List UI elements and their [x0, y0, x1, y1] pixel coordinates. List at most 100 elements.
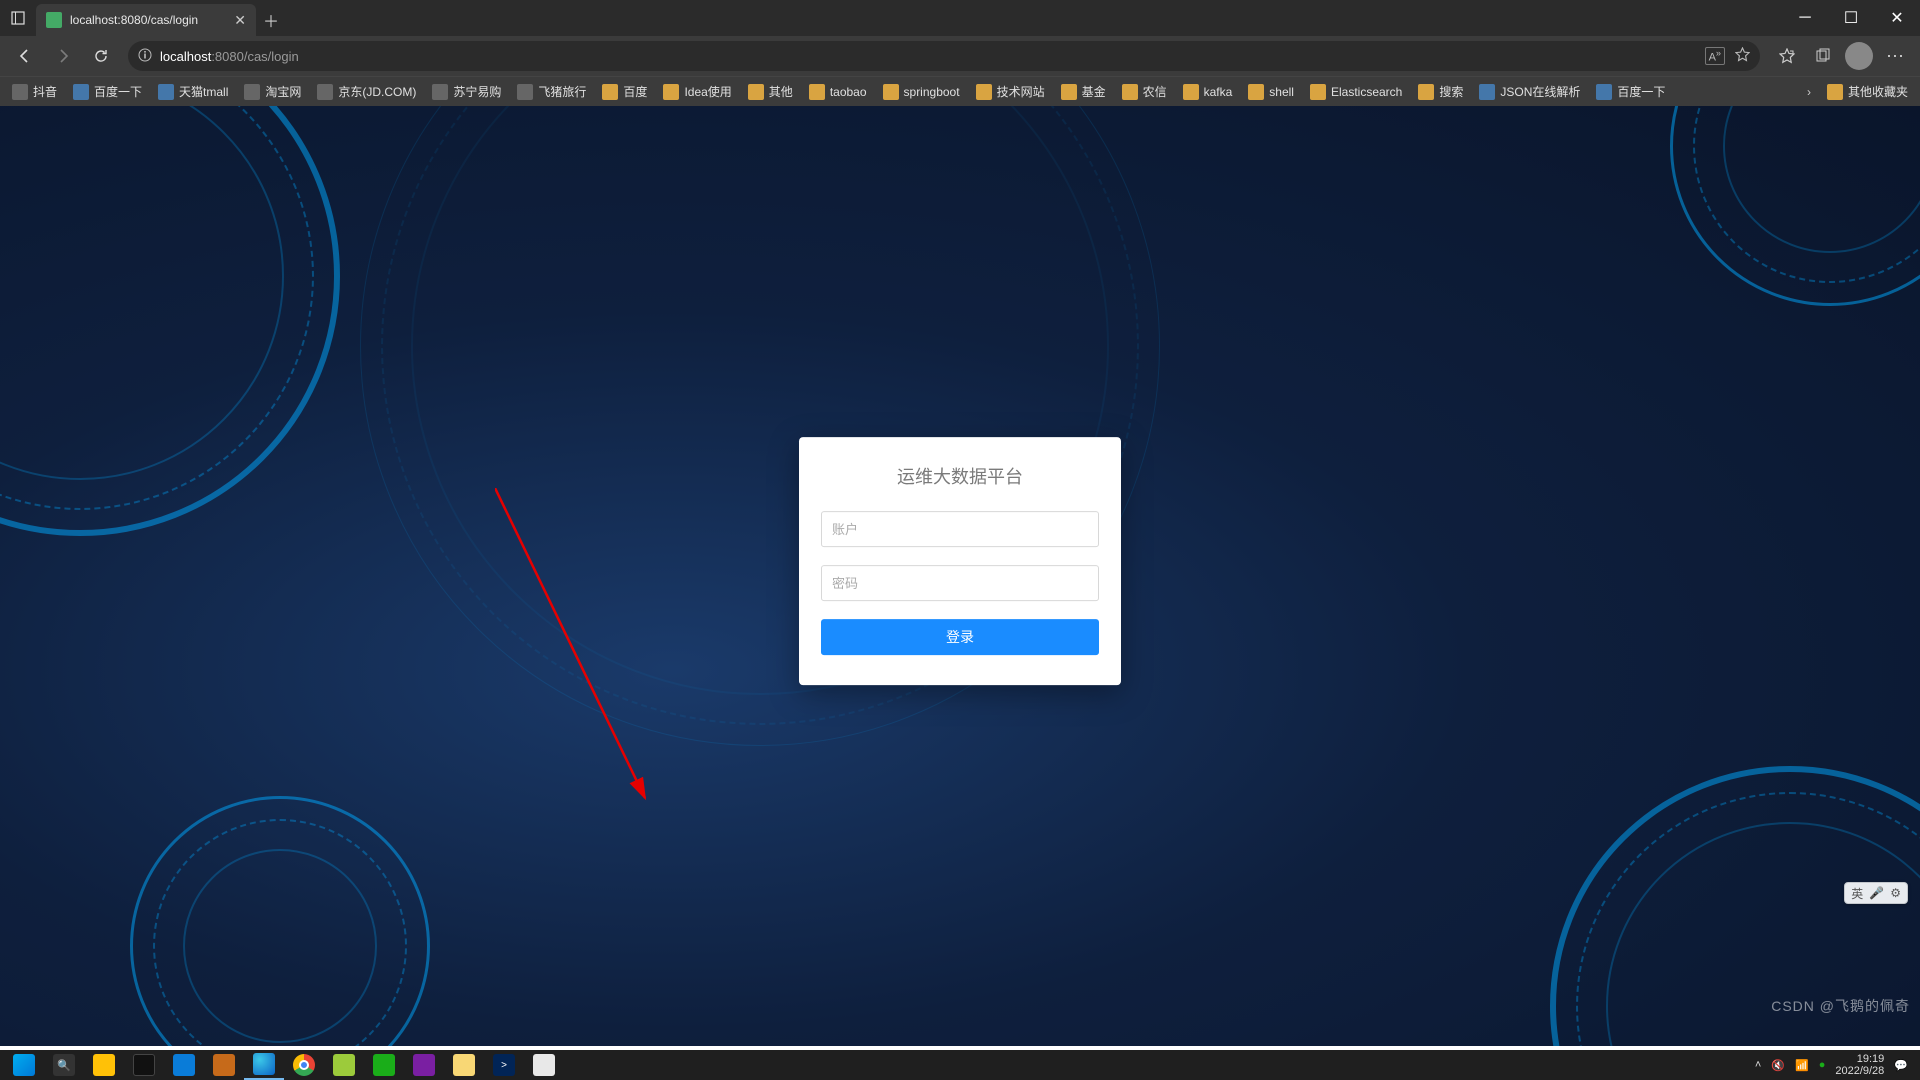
- browser-tab[interactable]: localhost:8080/cas/login ✕: [36, 4, 256, 36]
- taskbar-app-reader[interactable]: [204, 1050, 244, 1080]
- decor-circle: [1670, 106, 1920, 306]
- tab-close-button[interactable]: ✕: [234, 12, 246, 29]
- favorites-icon[interactable]: [1770, 39, 1804, 73]
- favorite-star-icon[interactable]: [1735, 47, 1750, 65]
- collections-icon[interactable]: [1806, 39, 1840, 73]
- ime-voice-icon: 🎤: [1869, 886, 1884, 900]
- bookmark-label: 基金: [1082, 83, 1106, 100]
- folder-icon: [1122, 84, 1138, 100]
- special-icon: [1596, 84, 1612, 100]
- bookmark-item[interactable]: 农信: [1116, 80, 1173, 103]
- toolbar-right-icons: ⋯: [1770, 39, 1912, 73]
- favicon-icon: [46, 12, 62, 28]
- read-aloud-icon[interactable]: A»: [1705, 47, 1725, 65]
- taskbar-app-chrome[interactable]: [284, 1050, 324, 1080]
- minimize-button[interactable]: ─: [1782, 0, 1828, 36]
- bookmark-item[interactable]: 百度一下: [1590, 80, 1671, 103]
- bookmark-label: JSON在线解析: [1500, 83, 1580, 100]
- other-bookmarks-label: 其他收藏夹: [1848, 83, 1908, 100]
- taskbar-app-mail[interactable]: [164, 1050, 204, 1080]
- bookmark-item[interactable]: 苏宁易购: [426, 80, 507, 103]
- special-icon: [158, 84, 174, 100]
- new-tab-button[interactable]: ＋: [256, 4, 286, 36]
- bookmark-item[interactable]: kafka: [1177, 81, 1239, 103]
- taskbar-app-edge[interactable]: [244, 1050, 284, 1080]
- login-button[interactable]: 登录: [821, 619, 1099, 655]
- back-button[interactable]: [8, 39, 42, 73]
- tray-wechat-icon[interactable]: ●: [1819, 1059, 1826, 1071]
- folder-icon: [1183, 84, 1199, 100]
- watermark-text: CSDN @飞鹅的佩奇: [1771, 996, 1910, 1016]
- bookmark-label: 苏宁易购: [453, 83, 501, 100]
- bookmark-item[interactable]: Idea使用: [657, 80, 737, 103]
- folder-icon: [1827, 84, 1843, 100]
- bookmark-label: taobao: [830, 85, 867, 99]
- start-button[interactable]: [4, 1050, 44, 1080]
- ime-settings-icon: ⚙: [1890, 886, 1901, 900]
- browser-tab-strip: localhost:8080/cas/login ✕ ＋ ─ ☐ ✕: [0, 0, 1920, 36]
- bookmark-item[interactable]: Elasticsearch: [1304, 81, 1408, 103]
- forward-button[interactable]: [46, 39, 80, 73]
- taskbar-app-java[interactable]: [524, 1050, 564, 1080]
- folder-icon: [1248, 84, 1264, 100]
- bookmark-item[interactable]: 天猫tmall: [152, 80, 234, 103]
- bookmark-item[interactable]: shell: [1242, 81, 1300, 103]
- bookmarks-bar: 抖音百度一下天猫tmall淘宝网京东(JD.COM)苏宁易购飞猪旅行百度Idea…: [0, 76, 1920, 106]
- bookmark-label: 京东(JD.COM): [338, 83, 416, 100]
- tray-overflow-icon[interactable]: ˄: [1755, 1059, 1761, 1071]
- refresh-button[interactable]: [84, 39, 118, 73]
- bookmark-label: shell: [1269, 85, 1294, 99]
- ime-indicator[interactable]: 英 🎤 ⚙: [1844, 882, 1908, 904]
- taskbar-search-button[interactable]: 🔍: [44, 1050, 84, 1080]
- tray-network-icon[interactable]: 📶: [1795, 1059, 1809, 1072]
- bookmark-item[interactable]: 技术网站: [970, 80, 1051, 103]
- taskbar-app-powershell[interactable]: >: [484, 1050, 524, 1080]
- tray-volume-icon[interactable]: 🔇: [1771, 1059, 1785, 1072]
- maximize-button[interactable]: ☐: [1828, 0, 1874, 36]
- tab-actions-button[interactable]: [0, 0, 36, 36]
- bookmark-item[interactable]: 百度: [596, 80, 653, 103]
- notification-center-icon[interactable]: 💬: [1894, 1059, 1908, 1072]
- login-title: 运维大数据平台: [821, 463, 1099, 489]
- page-icon: [12, 84, 28, 100]
- password-input[interactable]: [821, 565, 1099, 601]
- window-controls: ─ ☐ ✕: [1782, 0, 1920, 36]
- page-icon: [517, 84, 533, 100]
- bookmark-item[interactable]: springboot: [877, 81, 966, 103]
- other-bookmarks-folder[interactable]: 其他收藏夹: [1821, 80, 1914, 103]
- clock-time: 19:19: [1835, 1053, 1884, 1065]
- folder-icon: [883, 84, 899, 100]
- menu-button[interactable]: ⋯: [1878, 39, 1912, 73]
- login-card: 运维大数据平台 登录: [799, 437, 1121, 685]
- site-info-icon[interactable]: [138, 48, 152, 65]
- bookmark-item[interactable]: 飞猪旅行: [511, 80, 592, 103]
- username-input[interactable]: [821, 511, 1099, 547]
- special-icon: [73, 84, 89, 100]
- taskbar-app-explorer[interactable]: [444, 1050, 484, 1080]
- taskbar-app-wechat[interactable]: [364, 1050, 404, 1080]
- bookmark-item[interactable]: 淘宝网: [238, 80, 307, 103]
- page-content: 运维大数据平台 登录 英 🎤 ⚙ CSDN @飞鹅的佩奇: [0, 106, 1920, 1046]
- bookmark-label: 百度: [623, 83, 647, 100]
- bookmark-item[interactable]: 京东(JD.COM): [311, 80, 422, 103]
- address-bar[interactable]: localhost:8080/cas/login A»: [128, 41, 1760, 71]
- bookmarks-overflow-chevron[interactable]: ›: [1799, 85, 1819, 99]
- close-window-button[interactable]: ✕: [1874, 0, 1920, 36]
- folder-icon: [602, 84, 618, 100]
- bookmark-label: 天猫tmall: [179, 83, 228, 100]
- bookmark-item[interactable]: 基金: [1055, 80, 1112, 103]
- folder-icon: [809, 84, 825, 100]
- bookmark-item[interactable]: 其他: [742, 80, 799, 103]
- taskbar-clock[interactable]: 19:19 2022/9/28: [1835, 1053, 1884, 1077]
- bookmark-item[interactable]: 抖音: [6, 80, 63, 103]
- profile-avatar[interactable]: [1842, 39, 1876, 73]
- taskbar-app-ide[interactable]: [404, 1050, 444, 1080]
- taskbar-app-terminal[interactable]: [124, 1050, 164, 1080]
- bookmark-item[interactable]: 搜索: [1412, 80, 1469, 103]
- taskbar-app-notepadpp[interactable]: [324, 1050, 364, 1080]
- bookmark-item[interactable]: taobao: [803, 81, 873, 103]
- bookmark-item[interactable]: JSON在线解析: [1473, 80, 1586, 103]
- bookmark-label: 飞猪旅行: [538, 83, 586, 100]
- taskbar-app-sticky-notes[interactable]: [84, 1050, 124, 1080]
- bookmark-item[interactable]: 百度一下: [67, 80, 148, 103]
